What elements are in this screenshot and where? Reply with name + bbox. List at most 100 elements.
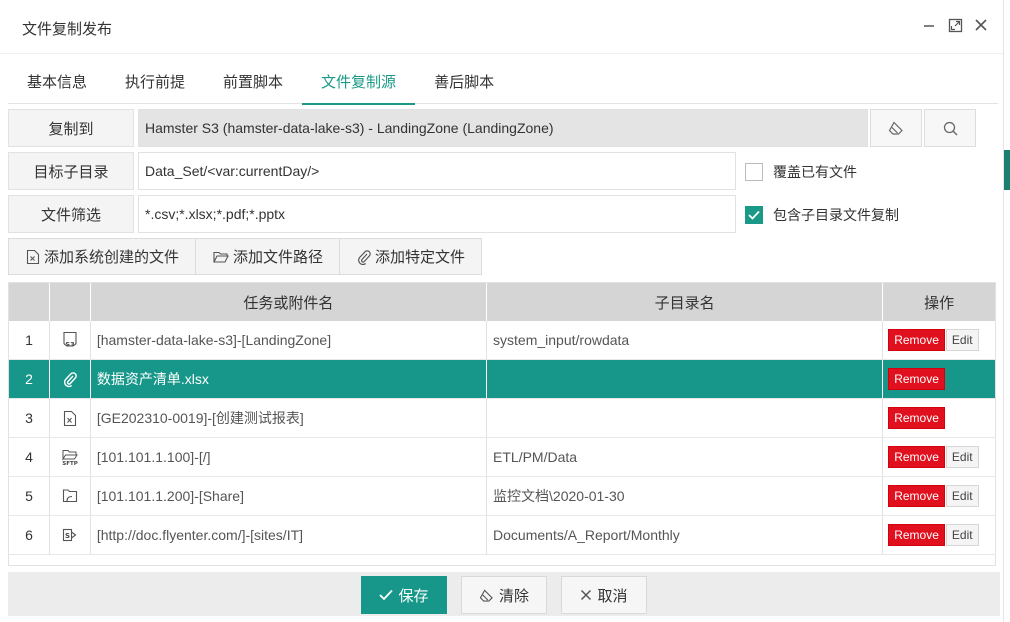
include-subdirs-option[interactable]: 包含子目录文件复制	[745, 205, 899, 225]
include-subdirs-checkbox[interactable]	[745, 206, 763, 224]
row-name: [http://doc.flyenter.com/]-[sites/IT]	[91, 516, 488, 554]
paperclip-icon	[358, 249, 371, 265]
column-header-name[interactable]: 任务或附件名	[91, 283, 488, 321]
paperclip-icon	[50, 360, 91, 398]
row-number: 5	[9, 477, 50, 515]
add-file-path-button[interactable]: 添加文件路径	[195, 238, 341, 275]
clear-button[interactable]: 清除	[461, 576, 547, 614]
overwrite-checkbox[interactable]	[745, 163, 763, 181]
table-row[interactable]: 1 S3 [hamster-data-lake-s3]-[LandingZone…	[9, 321, 995, 360]
row-number: 2	[9, 360, 50, 398]
search-icon	[943, 121, 957, 135]
cancel-label: 取消	[597, 587, 628, 605]
edit-button[interactable]: Edit	[945, 329, 979, 351]
row-subdir: 监控文档\2020-01-30	[487, 477, 884, 515]
close-icon	[581, 589, 592, 601]
remove-button[interactable]: Remove	[888, 368, 945, 390]
edit-button[interactable]: Edit	[945, 446, 979, 468]
background-strip-teal	[1004, 150, 1010, 190]
remove-button[interactable]: Remove	[888, 407, 945, 429]
svg-text:SFTP: SFTP	[62, 461, 78, 466]
svg-text:S: S	[65, 532, 70, 540]
row-actions: Remove Edit	[883, 516, 995, 554]
eraser-icon	[479, 588, 493, 602]
overwrite-option[interactable]: 覆盖已有文件	[745, 162, 857, 182]
dialog-footer: 保存 清除 取消	[8, 572, 1000, 616]
column-header-number	[9, 283, 50, 321]
row-number: 4	[9, 438, 50, 476]
file-filter-field[interactable]: *.csv;*.xlsx;*.pdf;*.pptx	[138, 195, 736, 233]
search-destination-button[interactable]	[924, 109, 976, 147]
tab-pre-script[interactable]: 前置脚本	[204, 62, 302, 104]
row-number: 6	[9, 516, 50, 554]
save-button[interactable]: 保存	[361, 576, 447, 614]
close-icon[interactable]	[973, 16, 989, 34]
remove-button[interactable]: Remove	[888, 485, 945, 507]
tab-basic-info[interactable]: 基本信息	[8, 62, 106, 104]
add-file-path-label: 添加文件路径	[233, 249, 324, 266]
tab-post-script[interactable]: 善后脚本	[415, 62, 513, 104]
column-header-ops: 操作	[924, 294, 955, 312]
row-subdir: Documents/A_Report/Monthly	[487, 516, 884, 554]
row-subdir: system_input/rowdata	[487, 321, 884, 359]
copy-to-label: 复制到	[8, 109, 134, 147]
remove-button[interactable]: Remove	[888, 329, 945, 351]
add-system-file-button[interactable]: 添加系统创建的文件	[8, 238, 197, 275]
excel-file-icon	[26, 249, 40, 264]
column-header-icon	[50, 283, 91, 321]
cancel-button[interactable]: 取消	[561, 576, 647, 614]
overwrite-label: 覆盖已有文件	[773, 164, 857, 180]
include-subdirs-label: 包含子目录文件复制	[773, 207, 899, 223]
row-number: 3	[9, 399, 50, 437]
remove-button[interactable]: Remove	[888, 524, 945, 546]
edit-button[interactable]: Edit	[945, 524, 979, 546]
row-name: 数据资产清单.xlsx	[91, 360, 488, 398]
row-name: [GE202310-0019]-[创建测试报表]	[91, 399, 488, 437]
row-actions: Remove	[883, 399, 995, 437]
copy-to-row: 复制到 Hamster S3 (hamster-data-lake-s3) - …	[8, 109, 976, 147]
clear-destination-button[interactable]	[870, 109, 922, 147]
row-actions: Remove Edit	[883, 477, 995, 515]
svg-text:S3: S3	[65, 341, 74, 349]
add-specific-file-button[interactable]: 添加特定文件	[339, 238, 483, 275]
dialog-titlebar: 文件复制发布	[0, 0, 1003, 54]
background-strip	[1004, 0, 1010, 150]
table-row[interactable]: 6 S [http://doc.flyenter.com/]-[sites/IT…	[9, 516, 995, 555]
s3-icon: S3	[50, 321, 91, 359]
add-toolbar: 添加系统创建的文件 添加文件路径 添加特定文件	[8, 238, 483, 275]
check-icon	[379, 589, 394, 601]
folder-open-icon	[213, 251, 229, 263]
target-subdir-field[interactable]: Data_Set/<var:currentDay/>	[138, 152, 736, 190]
maximize-icon[interactable]	[947, 16, 963, 34]
row-name: [hamster-data-lake-s3]-[LandingZone]	[91, 321, 488, 359]
table-row[interactable]: 4 SFTP [101.101.1.100]-[/] ETL/PM/Data R…	[9, 438, 995, 477]
add-specific-file-label: 添加特定文件	[375, 249, 466, 266]
save-label: 保存	[398, 587, 429, 605]
table-row[interactable]: 3 [GE202310-0019]-[创建测试报表] Remove	[9, 399, 995, 438]
copy-to-field[interactable]: Hamster S3 (hamster-data-lake-s3) - Land…	[138, 109, 868, 147]
excel-file-icon	[50, 399, 91, 437]
table-row[interactable]: 5 [101.101.1.200]-[Share] 监控文档\2020-01-3…	[9, 477, 995, 516]
row-number: 1	[9, 321, 50, 359]
row-subdir: ETL/PM/Data	[487, 438, 884, 476]
target-subdir-row: 目标子目录 Data_Set/<var:currentDay/>	[8, 152, 736, 190]
remove-button[interactable]: Remove	[888, 446, 945, 468]
target-subdir-label: 目标子目录	[8, 152, 134, 190]
row-actions: Remove Edit	[883, 321, 995, 359]
file-filter-label: 文件筛选	[8, 195, 134, 233]
tab-file-copy-source[interactable]: 文件复制源	[302, 62, 416, 105]
minimize-icon[interactable]	[921, 16, 937, 34]
row-actions: Remove	[883, 360, 995, 398]
sftp-folder-icon: SFTP	[50, 438, 91, 476]
tab-bar: 基本信息 执行前提 前置脚本 文件复制源 善后脚本	[8, 62, 998, 105]
tab-preconditions[interactable]: 执行前提	[106, 62, 204, 104]
clear-label: 清除	[498, 587, 529, 605]
row-actions: Remove Edit	[883, 438, 995, 476]
row-subdir	[487, 360, 884, 398]
edit-button[interactable]: Edit	[945, 485, 979, 507]
row-name: [101.101.1.100]-[/]	[91, 438, 488, 476]
column-header-subdir[interactable]: 子目录名	[487, 283, 884, 321]
table-row-selected[interactable]: 2 数据资产清单.xlsx Remove	[9, 360, 995, 399]
add-system-file-label: 添加系统创建的文件	[44, 249, 180, 266]
eraser-icon	[888, 121, 903, 135]
